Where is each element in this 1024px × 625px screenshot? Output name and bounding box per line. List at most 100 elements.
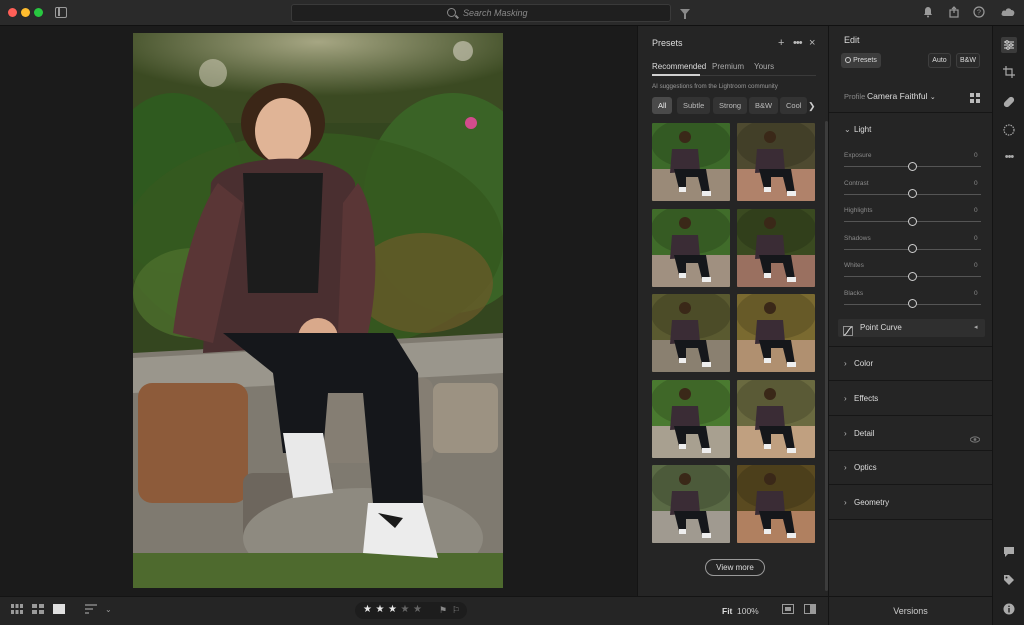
preset-thumbnail[interactable] [737,294,815,372]
section-effects-header[interactable]: › Effects [844,394,878,403]
view-more-button[interactable]: View more [705,559,765,576]
slider-value[interactable]: 0 [974,290,978,297]
profile-dropdown[interactable]: Camera Faithful ⌄ [867,91,936,101]
eye-icon[interactable] [969,430,981,448]
zoom-window-button[interactable] [34,8,43,17]
versions-button[interactable]: Versions [828,596,992,625]
before-after-icon[interactable] [804,604,816,617]
divider [829,519,993,521]
preset-thumbnail[interactable] [652,123,730,201]
more-options-icon[interactable]: ••• [793,37,803,49]
crop-icon[interactable] [1002,66,1016,80]
presets-button[interactable]: Presets [841,53,881,68]
chevron-down-icon: ⌄ [929,94,936,101]
slider-knob[interactable] [908,189,917,198]
slider-label: Highlights [844,207,873,214]
slider-value[interactable]: 0 [974,207,978,214]
chip-cool[interactable]: Cool [780,97,808,114]
fit-button[interactable]: Fit [722,606,732,616]
main-photo[interactable] [133,33,503,588]
chip-bw[interactable]: B&W [749,97,779,114]
tab-yours[interactable]: Yours [754,62,774,71]
chevron-down-icon[interactable]: ⌄ [105,604,112,616]
slider-knob[interactable] [908,299,917,308]
title-bar: Search Masking ? [0,0,1024,26]
help-icon[interactable]: ? [972,6,986,20]
preset-thumbnail[interactable] [652,294,730,372]
slider-value[interactable]: 0 [974,152,978,159]
share-icon[interactable] [947,6,961,20]
tab-recommended[interactable]: Recommended [652,62,706,71]
bell-icon[interactable] [921,6,935,20]
slider-label: Contrast [844,179,869,187]
info-icon[interactable] [1002,603,1016,617]
profile-browser-icon[interactable] [970,90,980,108]
preset-thumbnail[interactable] [652,465,730,543]
detail-view-icon[interactable] [53,604,65,617]
section-light-header[interactable]: ⌄ Light [844,125,871,134]
star-filled-icon[interactable]: ★ [388,604,397,615]
flag-reject-icon[interactable]: ⚐ [452,605,460,616]
search-box[interactable]: Search Masking [291,4,671,22]
divider [829,414,993,416]
star-filled-icon[interactable]: ★ [363,604,372,615]
comment-icon[interactable] [1002,546,1016,560]
tab-premium[interactable]: Premium [712,62,744,71]
section-optics-header[interactable]: › Optics [844,463,877,472]
preset-thumbnail[interactable] [737,379,815,458]
minimize-window-button[interactable] [21,8,30,17]
star-rating[interactable]: ★ ★ ★ ★ ★ ⚑ ⚐ [355,602,467,619]
close-icon[interactable]: × [809,37,815,49]
section-title: Geometry [854,498,890,508]
preset-thumbnail[interactable] [737,208,815,287]
section-title: Effects [854,393,879,403]
section-geometry-header[interactable]: › Geometry [844,498,889,507]
preset-thumbnail[interactable] [652,379,730,458]
slider-value[interactable]: 0 [974,262,978,269]
star-empty-icon[interactable]: ★ [401,604,410,615]
slider-knob[interactable] [908,161,917,171]
bw-button[interactable]: B&W [956,53,980,68]
masking-icon[interactable] [1002,124,1016,138]
section-detail-header[interactable]: › Detail [844,429,874,438]
slider-knob[interactable] [908,244,917,253]
presets-icon [845,57,852,63]
active-tab-indicator [652,74,700,76]
preset-thumbnail[interactable] [652,208,730,287]
photo-canvas[interactable] [0,26,637,596]
close-window-button[interactable] [8,8,17,17]
ai-suggestions-note: AI suggestions from the Lightroom commun… [652,83,778,90]
chip-subtle[interactable]: Subtle [677,97,711,114]
healing-icon[interactable] [1002,96,1016,110]
cloud-icon[interactable] [999,6,1017,20]
section-title: Color [854,359,874,368]
star-filled-icon[interactable]: ★ [376,604,385,615]
zoom-level[interactable]: 100% [737,606,759,616]
section-color-header[interactable]: › Color [844,359,873,368]
grid-view-icon[interactable] [11,604,23,617]
slider-knob[interactable] [908,271,917,281]
preset-thumbnail[interactable] [737,465,815,543]
add-preset-icon[interactable]: + [778,37,784,49]
sidebar-toggle-icon[interactable] [55,7,67,18]
slider-knob[interactable] [908,216,917,226]
slider-value[interactable]: 0 [974,235,978,242]
more-tools-icon[interactable]: ••• [1002,150,1016,164]
slider-value[interactable]: 0 [974,180,978,187]
square-grid-icon[interactable] [32,604,44,617]
chevron-right-icon[interactable]: ❯ [808,101,816,112]
auto-button[interactable]: Auto [928,53,951,68]
chip-all[interactable]: All [652,97,673,114]
preset-thumbnail[interactable] [737,123,815,201]
point-curve-row[interactable]: Point Curve ◂ [838,319,985,337]
chip-strong[interactable]: Strong [713,97,748,114]
chevron-down-icon: ⌄ [844,125,851,134]
tag-icon[interactable] [1002,574,1016,588]
search-icon [447,8,456,17]
compare-icon[interactable] [782,604,794,617]
filter-icon[interactable] [680,9,690,19]
sort-icon[interactable] [85,604,97,617]
star-empty-icon[interactable]: ★ [413,604,422,615]
edit-sliders-icon[interactable] [1001,37,1017,53]
flag-pick-icon[interactable]: ⚑ [439,605,447,616]
